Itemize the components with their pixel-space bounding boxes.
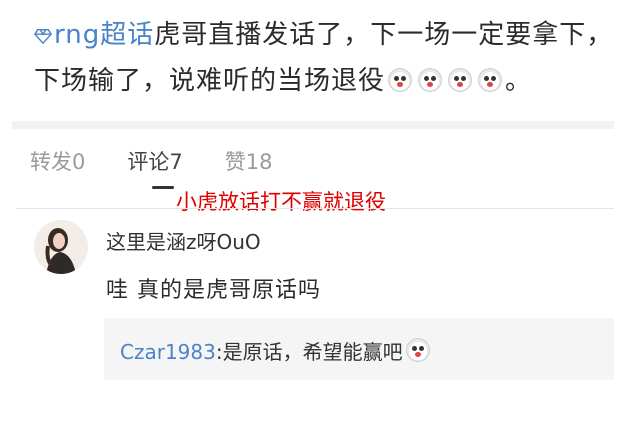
- tab-reposts[interactable]: 转发0: [30, 146, 85, 176]
- scared-face-emoji-icon: [388, 68, 413, 92]
- active-tab-indicator: [152, 186, 174, 189]
- comment-divider: [16, 208, 614, 209]
- tab-likes[interactable]: 赞18: [225, 146, 273, 176]
- scared-face-emoji-icon: [418, 68, 443, 92]
- red-annotation-caption: 小虎放话打不赢就退役: [176, 190, 386, 214]
- reply-username[interactable]: Czar1983: [120, 340, 216, 364]
- topic-link[interactable]: rng超话: [34, 20, 154, 50]
- topic-label: rng超话: [54, 20, 155, 50]
- reply-content: Czar1983:是原话，希望能赢吧: [120, 336, 433, 365]
- comment-username[interactable]: 这里是涵z呀OuO: [106, 226, 261, 255]
- user-photo-icon: [34, 220, 88, 274]
- comment-text: 哇 真的是虎哥原话吗: [106, 278, 321, 303]
- reply-box[interactable]: Czar1983:是原话，希望能赢吧: [104, 318, 614, 380]
- scared-face-emoji-icon: [405, 338, 430, 362]
- scared-face-emoji-icon: [478, 68, 503, 92]
- diamond-icon: [34, 28, 52, 45]
- avatar[interactable]: [34, 220, 88, 274]
- post-ending: 。: [505, 66, 533, 96]
- scared-face-emoji-icon: [448, 68, 473, 92]
- post-content: rng超话虎哥直播发话了，下一场一定要拿下，下场输了，说难听的当场退役。: [34, 12, 624, 104]
- interaction-tabs: 转发0 评论7 赞18: [30, 146, 314, 176]
- reply-text: :是原话，希望能赢吧: [215, 340, 403, 364]
- section-divider: [12, 121, 614, 129]
- tab-comments[interactable]: 评论7: [127, 146, 182, 176]
